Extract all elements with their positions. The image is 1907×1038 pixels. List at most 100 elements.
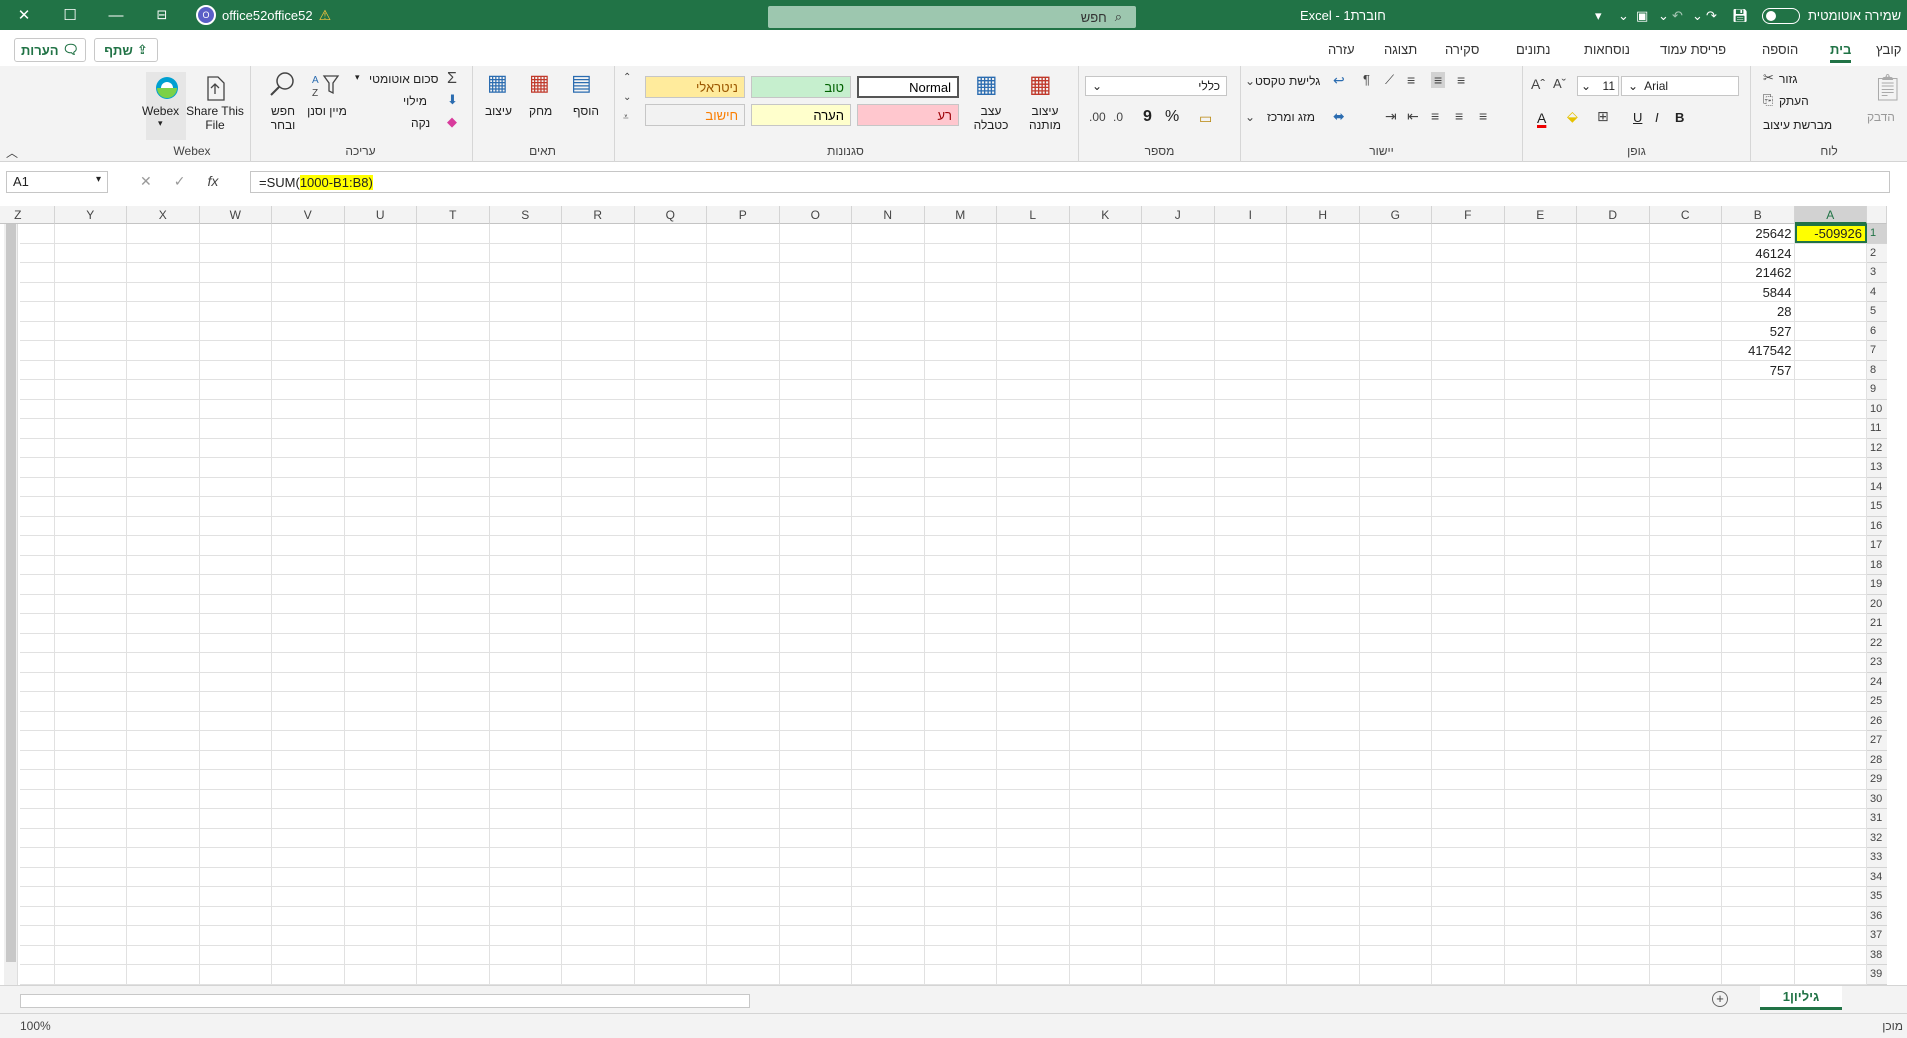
save-icon[interactable]: 💾︎ (1732, 6, 1749, 26)
column-header-W[interactable]: W (199, 206, 272, 224)
column-header-C[interactable]: C (1649, 206, 1722, 224)
scroll-thumb[interactable] (6, 222, 16, 962)
row-header-17[interactable]: 17 (1867, 536, 1887, 556)
cell-B1[interactable]: 25642 (1722, 224, 1795, 243)
row-header-24[interactable]: 24 (1867, 672, 1887, 692)
wrap-dropdown-icon[interactable]: ⌄ (1245, 74, 1255, 88)
cell-B7[interactable]: 417542 (1722, 341, 1795, 360)
column-header-J[interactable]: J (1142, 206, 1215, 224)
cancel-icon[interactable]: ✕ (140, 173, 152, 190)
row-header-37[interactable]: 37 (1867, 926, 1887, 946)
select-all-corner[interactable] (1867, 206, 1887, 224)
row-header-2[interactable]: 2 (1867, 243, 1887, 263)
column-header-L[interactable]: L (997, 206, 1070, 224)
cell-B2[interactable]: 46124 (1722, 244, 1795, 263)
column-header-P[interactable]: P (707, 206, 780, 224)
tab-review[interactable]: סקירה (1445, 42, 1479, 57)
row-header-5[interactable]: 5 (1867, 302, 1887, 322)
autosum-button[interactable]: סכום אוטומטי (369, 72, 438, 86)
column-header-T[interactable]: T (417, 206, 490, 224)
row-header-20[interactable]: 20 (1867, 594, 1887, 614)
row-header-29[interactable]: 29 (1867, 770, 1887, 790)
column-header-B[interactable]: B (1722, 206, 1795, 224)
enter-icon[interactable]: ✓ (174, 173, 186, 190)
style-neutral[interactable]: ניטראלי (645, 76, 745, 98)
row-header-15[interactable]: 15 (1867, 497, 1887, 517)
column-header-U[interactable]: U (344, 206, 417, 224)
italic-button[interactable]: I (1655, 110, 1659, 125)
sheet-tab[interactable]: גיליון1 (1760, 986, 1842, 1010)
orientation-icon[interactable]: ⟋ (1385, 72, 1394, 88)
styles-scroll-down-icon[interactable]: ⌄ (623, 92, 631, 103)
percent-style-button[interactable]: % (1165, 108, 1179, 126)
row-header-10[interactable]: 10 (1867, 399, 1887, 419)
tab-formulas[interactable]: נוסחאות (1584, 42, 1630, 57)
format-as-table-button[interactable]: עצב כטבלה (969, 104, 1013, 132)
row-header-30[interactable]: 30 (1867, 789, 1887, 809)
row-header-22[interactable]: 22 (1867, 633, 1887, 653)
row-header-13[interactable]: 13 (1867, 458, 1887, 478)
cell-B8[interactable]: 757 (1722, 361, 1795, 380)
font-size-dropdown[interactable]: ⌄ 11 (1577, 76, 1619, 96)
column-header-E[interactable]: E (1504, 206, 1577, 224)
column-header-Q[interactable]: Q (634, 206, 707, 224)
insert-function-icon[interactable]: fx (207, 173, 218, 190)
autosave-toggle[interactable] (1762, 8, 1800, 24)
column-header-Z[interactable]: Z (0, 206, 55, 224)
qat-more-icon-2[interactable]: ⌄ (1658, 6, 1669, 26)
align-bottom-icon[interactable]: ≡ (1457, 72, 1465, 88)
style-calculation[interactable]: חישוב (645, 104, 745, 126)
accounting-format-icon[interactable]: ▭ (1199, 110, 1212, 127)
column-header-S[interactable]: S (489, 206, 562, 224)
row-header-11[interactable]: 11 (1867, 419, 1887, 439)
name-box-dropdown-icon[interactable]: ▾ (96, 174, 101, 185)
row-header-14[interactable]: 14 (1867, 477, 1887, 497)
styles-scroll-up-icon[interactable]: ⌃ (623, 72, 631, 83)
style-good[interactable]: טוב (751, 76, 851, 98)
redo-icon[interactable]: ↷ (1706, 6, 1717, 26)
align-middle-icon[interactable]: ≡ (1431, 72, 1446, 88)
cell-B4[interactable]: 5844 (1722, 283, 1795, 302)
column-header-K[interactable]: K (1069, 206, 1142, 224)
column-header-G[interactable]: G (1359, 206, 1432, 224)
row-header-18[interactable]: 18 (1867, 555, 1887, 575)
column-header-R[interactable]: R (562, 206, 635, 224)
cell-A1[interactable]: -509926 (1794, 224, 1867, 243)
tab-home[interactable]: בית (1830, 42, 1852, 63)
insert-cells-button[interactable]: הוסף (573, 104, 599, 118)
row-header-31[interactable]: 31 (1867, 809, 1887, 829)
collapse-ribbon-icon[interactable]: ︿ (6, 144, 18, 161)
font-name-dropdown[interactable]: ⌄ Arial (1621, 76, 1739, 96)
undo-dropdown-icon[interactable]: ⌄ (1692, 6, 1703, 26)
column-header-N[interactable]: N (852, 206, 925, 224)
borders-icon[interactable]: ⊞ (1597, 108, 1609, 125)
tab-help[interactable]: עזרה (1328, 42, 1355, 57)
vertical-scrollbar[interactable] (4, 206, 18, 986)
column-header-I[interactable]: I (1214, 206, 1287, 224)
cell-B6[interactable]: 527 (1722, 322, 1795, 341)
webex-dropdown-icon[interactable]: ▾ (158, 118, 163, 129)
increase-decimal-icon[interactable]: .0 (1113, 110, 1123, 124)
search-box[interactable]: חפש ⌕ (768, 6, 1136, 28)
paste-button[interactable]: הדבק (1867, 110, 1895, 124)
column-header-V[interactable]: V (272, 206, 345, 224)
text-direction-icon[interactable]: ¶ (1363, 72, 1370, 87)
comma-style-button[interactable]: 9 (1143, 108, 1152, 126)
zoom-level[interactable]: 100% (20, 1019, 51, 1033)
row-header-9[interactable]: 9 (1867, 380, 1887, 400)
format-cells-button[interactable]: עיצוב (485, 104, 512, 118)
column-header-X[interactable]: X (127, 206, 200, 224)
align-center-icon[interactable]: ≡ (1455, 108, 1463, 124)
column-header-O[interactable]: O (779, 206, 852, 224)
bold-button[interactable]: B (1675, 110, 1684, 125)
decrease-decimal-icon[interactable]: .00 (1089, 110, 1106, 124)
formula-input[interactable]: =SUM(1000-B1:B8) (250, 171, 1890, 193)
cut-button[interactable]: גזור (1779, 72, 1797, 86)
qat-customize-icon[interactable]: ▾ (1595, 6, 1602, 26)
conditional-formatting-button[interactable]: עיצוב מותנה (1023, 104, 1067, 132)
underline-button[interactable]: U (1633, 110, 1642, 125)
row-header-23[interactable]: 23 (1867, 653, 1887, 673)
align-right-icon[interactable]: ≡ (1479, 108, 1487, 124)
column-header-H[interactable]: H (1287, 206, 1360, 224)
qat-more-icon[interactable]: ⌄ (1618, 6, 1629, 26)
